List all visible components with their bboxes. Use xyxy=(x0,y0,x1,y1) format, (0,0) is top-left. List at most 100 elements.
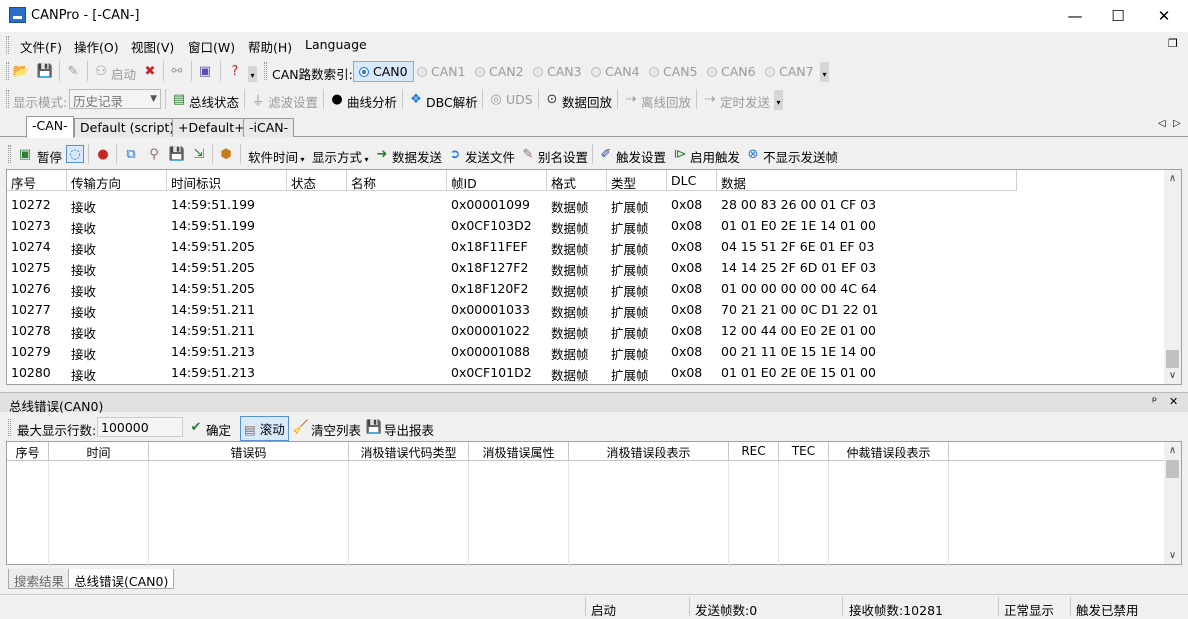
tab-search-results[interactable]: 搜索结果 xyxy=(8,569,71,589)
channel-can6[interactable]: CAN6 xyxy=(707,64,756,79)
data-playback-button[interactable]: 数据回放 xyxy=(562,92,612,111)
overflow-chevron-icon[interactable]: ▾ xyxy=(248,66,257,82)
device-icon[interactable]: ▣ xyxy=(196,62,214,80)
tab-default-plus[interactable]: +Default+ xyxy=(172,118,251,137)
clear-list-button[interactable]: 清空列表 xyxy=(311,420,361,439)
tab-scroll-right-icon[interactable]: ▷ xyxy=(1173,118,1181,129)
table-row[interactable]: 10277 接收 14:59:51.211 0x00001033 数据帧 扩展帧 0x08 7… xyxy=(7,299,1165,320)
error-column-header[interactable]: 序号 xyxy=(7,442,49,461)
scroll-down-icon[interactable]: ∨ xyxy=(1164,547,1181,564)
table-row[interactable]: 10273 接收 14:59:51.199 0x0CF103D2 数据帧 扩展帧 0x08 0… xyxy=(7,215,1165,236)
overflow-chevron-icon[interactable]: ▾ xyxy=(820,62,829,82)
menu-view[interactable]: 视图(V) xyxy=(131,37,174,56)
minimize-button[interactable]: — xyxy=(1052,0,1098,32)
channel-can3[interactable]: CAN3 xyxy=(533,64,582,79)
error-scrollbar[interactable]: ∧ ∨ xyxy=(1164,442,1181,564)
frames-column-header[interactable]: DLC xyxy=(667,170,717,191)
menu-operation[interactable]: 操作(O) xyxy=(74,37,119,56)
save-icon[interactable]: 💾 xyxy=(36,62,54,80)
channel-can2[interactable]: CAN2 xyxy=(475,64,524,79)
display-mode-select[interactable]: 历史记录 ▼ xyxy=(69,89,161,109)
scroll-toggle-button[interactable]: ▤ 滚动 xyxy=(240,416,289,441)
scroll-up-icon[interactable]: ∧ xyxy=(1164,170,1181,187)
save-icon[interactable]: 💾 xyxy=(168,145,186,163)
table-row[interactable]: 10276 接收 14:59:51.205 0x18F120F2 数据帧 扩展帧 0x08 0… xyxy=(7,278,1165,299)
error-column-header[interactable]: TEC xyxy=(779,442,829,461)
clear-icon[interactable]: ◌ xyxy=(66,145,84,163)
bus-status-button[interactable]: 总线状态 xyxy=(189,92,239,111)
scroll-up-icon[interactable]: ∧ xyxy=(1164,442,1181,459)
error-column-header[interactable]: 消极错误段表示 xyxy=(569,442,729,461)
frames-column-header[interactable]: 数据 xyxy=(717,170,1017,191)
overflow-chevron-icon[interactable]: ▾ xyxy=(774,90,783,110)
menu-help[interactable]: 帮助(H) xyxy=(248,37,292,56)
table-row[interactable]: 10278 接收 14:59:51.211 0x00001022 数据帧 扩展帧 0x08 1… xyxy=(7,320,1165,341)
record-icon[interactable]: ● xyxy=(94,145,112,163)
error-column-header[interactable]: 消极错误代码类型 xyxy=(349,442,469,461)
filter-settings-button[interactable]: 滤波设置 xyxy=(268,92,318,111)
curve-analysis-button[interactable]: 曲线分析 xyxy=(347,92,397,111)
export-icon[interactable]: ⇲ xyxy=(190,145,208,163)
menu-file[interactable]: 文件(F) xyxy=(20,37,62,56)
enable-trigger-button[interactable]: 启用触发 xyxy=(690,147,740,166)
connect-icon[interactable]: ⚯ xyxy=(168,62,186,80)
menu-language[interactable]: Language xyxy=(305,37,367,52)
channel-can1[interactable]: CAN1 xyxy=(417,64,466,79)
frames-column-header[interactable]: 格式 xyxy=(547,170,607,191)
table-row[interactable]: 10274 接收 14:59:51.205 0x18F11FEF 数据帧 扩展帧 0x08 0… xyxy=(7,236,1165,257)
table-row[interactable]: 10275 接收 14:59:51.205 0x18F127F2 数据帧 扩展帧 0x08 1… xyxy=(7,257,1165,278)
start-button[interactable]: 启动 xyxy=(111,64,136,83)
close-button[interactable]: ✕ xyxy=(1141,0,1187,32)
dbc-parse-button[interactable]: DBC解析 xyxy=(426,92,478,111)
open-folder-icon[interactable]: 📂 xyxy=(12,62,30,80)
channel-can0[interactable]: CAN0 xyxy=(353,61,414,82)
copy-icon[interactable]: ⧉ xyxy=(122,145,140,163)
table-row[interactable]: 10280 接收 14:59:51.213 0x0CF101D2 数据帧 扩展帧 0x08 0… xyxy=(7,362,1165,383)
pin-icon[interactable]: ᵖ xyxy=(1152,394,1157,408)
hide-send-frames-button[interactable]: 不显示发送帧 xyxy=(763,147,838,166)
scrollbar-thumb[interactable] xyxy=(1166,460,1179,478)
frames-column-header[interactable]: 传输方向 xyxy=(67,170,167,191)
table-row[interactable]: 10279 接收 14:59:51.213 0x00001088 数据帧 扩展帧 0x08 0… xyxy=(7,341,1165,362)
frames-column-header[interactable]: 状态 xyxy=(287,170,347,191)
timed-send-button[interactable]: 定时发送 xyxy=(720,92,770,111)
frames-column-header[interactable]: 序号 xyxy=(7,170,67,191)
tag-icon[interactable]: ✎ xyxy=(64,62,82,80)
frames-column-header[interactable]: 名称 xyxy=(347,170,447,191)
channel-can5[interactable]: CAN5 xyxy=(649,64,698,79)
tab-default-script[interactable]: Default (script) xyxy=(74,118,181,137)
alias-settings-button[interactable]: 别名设置 xyxy=(538,147,588,166)
tab-ican[interactable]: -iCAN- xyxy=(243,118,295,137)
scrollbar-thumb[interactable] xyxy=(1166,350,1179,368)
trigger-settings-button[interactable]: 触发设置 xyxy=(616,147,666,166)
frames-column-header[interactable]: 类型 xyxy=(607,170,667,191)
max-rows-input[interactable]: 100000 xyxy=(97,417,183,437)
send-file-button[interactable]: 发送文件 xyxy=(465,147,515,166)
error-column-header[interactable]: REC xyxy=(729,442,779,461)
table-row[interactable]: 10272 接收 14:59:51.199 0x00001099 数据帧 扩展帧 0x08 2… xyxy=(7,194,1165,215)
offline-playback-button[interactable]: 离线回放 xyxy=(641,92,691,111)
maximize-button[interactable]: ☐ xyxy=(1095,0,1141,32)
error-column-header[interactable]: 错误码 xyxy=(149,442,349,461)
error-column-header[interactable]: 仲裁错误段表示 xyxy=(829,442,949,461)
frames-column-header[interactable]: 时间标识 xyxy=(167,170,287,191)
mdi-restore-icon[interactable]: ❐ xyxy=(1168,37,1178,50)
start-icon[interactable]: ⚇ xyxy=(92,62,110,80)
help-icon[interactable]: ? xyxy=(226,62,244,80)
export-report-button[interactable]: 导出报表 xyxy=(384,420,434,439)
channel-can4[interactable]: CAN4 xyxy=(591,64,640,79)
panel-close-button[interactable]: ✕ xyxy=(1169,395,1178,408)
menu-window[interactable]: 窗口(W) xyxy=(188,37,235,56)
frames-column-header[interactable]: 帧ID xyxy=(447,170,547,191)
channel-can7[interactable]: CAN7 xyxy=(765,64,814,79)
error-column-header[interactable]: 消极错误属性 xyxy=(469,442,569,461)
scroll-down-icon[interactable]: ∨ xyxy=(1164,367,1181,384)
software-time-dropdown[interactable]: 软件时间 ▾ xyxy=(248,147,305,166)
uds-button[interactable]: UDS xyxy=(506,92,533,107)
data-send-button[interactable]: 数据发送 xyxy=(392,147,442,166)
tab-bus-error[interactable]: 总线错误(CAN0) xyxy=(68,569,175,589)
tab-scroll-left-icon[interactable]: ◁ xyxy=(1158,118,1166,129)
frames-scrollbar[interactable]: ∧ ∨ xyxy=(1164,170,1181,384)
pause-button[interactable]: 暂停 xyxy=(37,147,62,166)
package-icon[interactable]: ⬢ xyxy=(217,145,235,163)
